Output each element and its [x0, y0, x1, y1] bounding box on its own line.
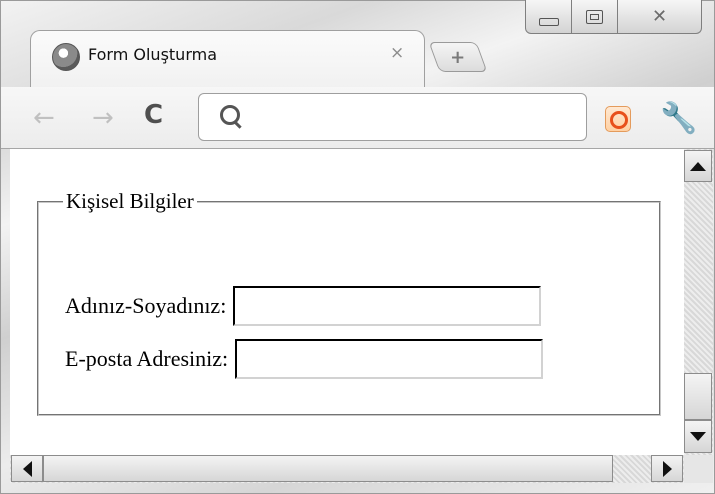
- email-input[interactable]: [235, 339, 544, 379]
- arrow-left-icon: [22, 460, 32, 477]
- scroll-right-button[interactable]: [651, 455, 683, 482]
- search-icon: [220, 105, 240, 125]
- scrollbar-corner: [684, 455, 713, 483]
- horizontal-scroll-thumb[interactable]: [43, 455, 613, 482]
- arrow-right-icon: [662, 460, 672, 477]
- page-content: Kişisel Bilgiler Adınız-Soyadınız: E-pos…: [10, 149, 684, 455]
- name-row: Adınız-Soyadınız:: [65, 286, 542, 326]
- globe-icon: [52, 43, 80, 71]
- arrow-up-icon: [690, 161, 706, 171]
- fieldset-legend: Kişisel Bilgiler: [66, 189, 194, 213]
- scroll-down-button[interactable]: [684, 420, 712, 453]
- wrench-icon[interactable]: 🔧: [660, 101, 697, 136]
- email-label: E-posta Adresiniz:: [65, 346, 229, 371]
- back-button[interactable]: ←: [33, 103, 55, 133]
- minimize-button[interactable]: [525, 0, 572, 34]
- scroll-up-button[interactable]: [684, 150, 712, 182]
- personal-info-fieldset: Kişisel Bilgiler Adınız-Soyadınız: E-pos…: [37, 189, 661, 416]
- name-input[interactable]: [233, 286, 542, 326]
- forward-button[interactable]: →: [92, 103, 114, 133]
- maximize-button[interactable]: [571, 0, 618, 34]
- maximize-icon: [586, 9, 603, 24]
- email-row: E-posta Adresiniz:: [65, 339, 544, 379]
- minimize-icon: [538, 17, 559, 26]
- tab-close-icon[interactable]: ×: [390, 43, 404, 63]
- reload-button[interactable]: C: [144, 100, 163, 130]
- plus-icon: +: [450, 46, 466, 68]
- close-icon: ✕: [651, 6, 668, 27]
- vertical-scroll-thumb[interactable]: [684, 373, 712, 420]
- arrow-down-icon: [690, 432, 706, 441]
- extension-icon[interactable]: [605, 106, 631, 132]
- tab-title: Form Oluşturma: [88, 45, 218, 64]
- address-bar[interactable]: [198, 93, 587, 141]
- name-label: Adınız-Soyadınız:: [65, 293, 227, 318]
- close-window-button[interactable]: ✕: [617, 0, 702, 34]
- scroll-left-button[interactable]: [11, 455, 43, 482]
